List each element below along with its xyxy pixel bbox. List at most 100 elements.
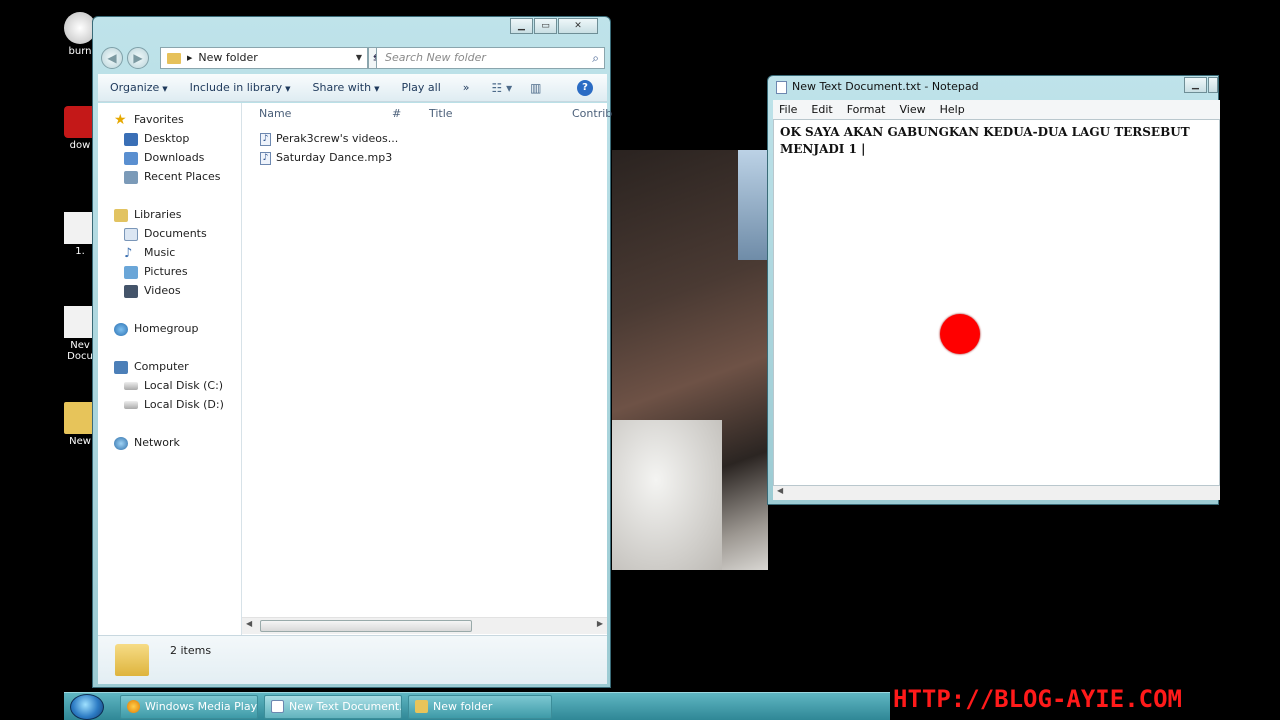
media-player-icon [127,700,140,713]
recent-places-icon [124,170,138,184]
scroll-left-icon[interactable]: ◀ [246,619,252,628]
folder-icon [115,644,149,676]
organize-button[interactable]: Organize ▼ [110,81,168,94]
horizontal-scrollbar[interactable]: ◀ ▶ [242,617,607,634]
homegroup-icon [114,322,128,336]
chevron-down-icon: ▼ [162,85,168,93]
details-pane: 2 items [98,635,607,684]
scroll-right-icon[interactable]: ▶ [597,619,603,628]
desktop-icon-label: Nev Docu [67,340,93,362]
window-controls: ▁ ▭ ✕ [509,18,598,34]
audio-file-icon: ♪ [260,151,271,165]
computer-icon [114,360,128,374]
webcam-background-light [738,150,768,260]
minimize-button[interactable]: ▁ [1184,77,1207,93]
desktop-icon [124,132,138,146]
taskbar: Windows Media Player New Text Document..… [64,692,890,720]
search-icon[interactable]: ⌕ [592,48,599,68]
nav-local-disk-c[interactable]: Local Disk (C:) [124,377,223,395]
column-header-title[interactable]: Title [429,103,453,125]
nav-homegroup[interactable]: Homegroup [114,320,198,338]
view-options-icon[interactable]: ☷ ▾ [492,81,513,95]
search-placeholder: Search New folder [385,51,486,64]
nav-documents[interactable]: Documents [124,225,207,243]
nav-network[interactable]: Network [114,434,180,452]
chevron-down-icon[interactable]: ▼ [351,48,367,68]
window-title: New Text Document.txt - Notepad [792,80,979,93]
folder-icon [167,52,181,64]
desktop-icon-label: New [69,436,91,447]
scrollbar-thumb[interactable] [260,620,472,632]
chevron-right-icon: ▶ [187,54,193,62]
webcam-video-overlay [612,150,768,570]
videos-icon [124,284,138,298]
downloads-folder-icon [124,151,138,165]
close-button[interactable]: ✕ [558,18,598,34]
minimize-button[interactable]: ▁ [510,18,533,34]
webcam-scarf [612,420,722,570]
navigation-bar: ◀ ▶ ▶ New folder ▼ ⇆ Search New folder ⌕ [99,45,605,69]
notepad-window[interactable]: New Text Document.txt - Notepad ▁ File E… [767,75,1220,505]
nav-desktop[interactable]: Desktop [124,130,189,148]
address-text: New folder [198,51,258,64]
search-input[interactable]: Search New folder ⌕ [376,47,605,69]
libraries-icon [114,208,128,222]
nav-downloads[interactable]: Downloads [124,149,204,167]
taskbar-button-notepad[interactable]: New Text Document... [264,695,402,719]
help-icon[interactable]: ? [577,80,593,96]
column-header-name[interactable]: Name [259,103,291,125]
file-name: Perak3crew's videos... [276,132,399,145]
window-controls: ▁ [1183,77,1218,93]
nav-local-disk-d[interactable]: Local Disk (D:) [124,396,224,414]
address-bar[interactable]: ▶ New folder ▼ [160,47,368,69]
menu-help[interactable]: Help [940,103,965,116]
watermark-url: HTTP://BLOG-AYIE.COM [893,685,1182,713]
nav-recent-places[interactable]: Recent Places [124,168,221,186]
maximize-button[interactable]: ▭ [534,18,557,34]
horizontal-scrollbar[interactable]: ◀ [773,486,1220,500]
network-icon [114,436,128,450]
pictures-icon [124,265,138,279]
play-all-button[interactable]: Play all [401,81,440,94]
file-row[interactable]: ♪ Perak3crew's videos... [260,130,398,148]
taskbar-button-new-folder[interactable]: New folder [408,695,552,719]
more-commands-button[interactable]: » [463,81,470,94]
item-count: 2 items [170,644,212,657]
desktop-icon-label: 1. [75,246,85,257]
nav-videos[interactable]: Videos [124,282,181,300]
nav-libraries[interactable]: Libraries [114,206,182,224]
menu-file[interactable]: File [779,103,797,116]
hard-drive-icon [124,382,138,390]
back-button[interactable]: ◀ [101,47,123,69]
audio-file-icon: ♪ [260,132,271,146]
music-icon: ♪ [124,245,133,261]
start-button[interactable] [70,694,104,720]
navigation-pane: ★ Favorites Desktop Downloads Recent Plac… [98,103,242,643]
menu-edit[interactable]: Edit [811,103,832,116]
maximize-button[interactable] [1208,77,1218,93]
menu-format[interactable]: Format [847,103,886,116]
folder-icon [415,700,428,713]
nav-music[interactable]: ♪ Music [124,244,175,262]
documents-icon [124,227,138,241]
command-bar: Organize ▼ Include in library ▼ Share with… [98,74,607,102]
nav-computer[interactable]: Computer [114,358,189,376]
column-header-number[interactable]: # [392,103,401,125]
chevron-down-icon: ▼ [374,85,380,93]
explorer-window[interactable]: ▁ ▭ ✕ ◀ ▶ ▶ New folder ▼ ⇆ Search New fo… [92,16,612,688]
notepad-icon [271,700,284,713]
menu-view[interactable]: View [900,103,926,116]
menu-bar: File Edit Format View Help [773,100,1220,119]
preview-pane-icon[interactable]: ▥ [530,81,541,95]
text-editor[interactable]: OK SAYA AKAN GABUNGKAN KEDUA-DUA LAGU TE… [773,119,1220,486]
taskbar-button-media-player[interactable]: Windows Media Player [120,695,258,719]
nav-pictures[interactable]: Pictures [124,263,188,281]
desktop-icon-label: dow [69,140,91,151]
share-with-button[interactable]: Share with ▼ [313,81,380,94]
forward-button[interactable]: ▶ [127,47,149,69]
include-in-library-button[interactable]: Include in library ▼ [190,81,291,94]
scroll-left-icon[interactable]: ◀ [777,486,783,495]
nav-favorites[interactable]: ★ Favorites [114,111,184,129]
file-row[interactable]: ♪ Saturday Dance.mp3 [260,149,392,167]
column-header-contributing[interactable]: Contrib [572,103,612,125]
